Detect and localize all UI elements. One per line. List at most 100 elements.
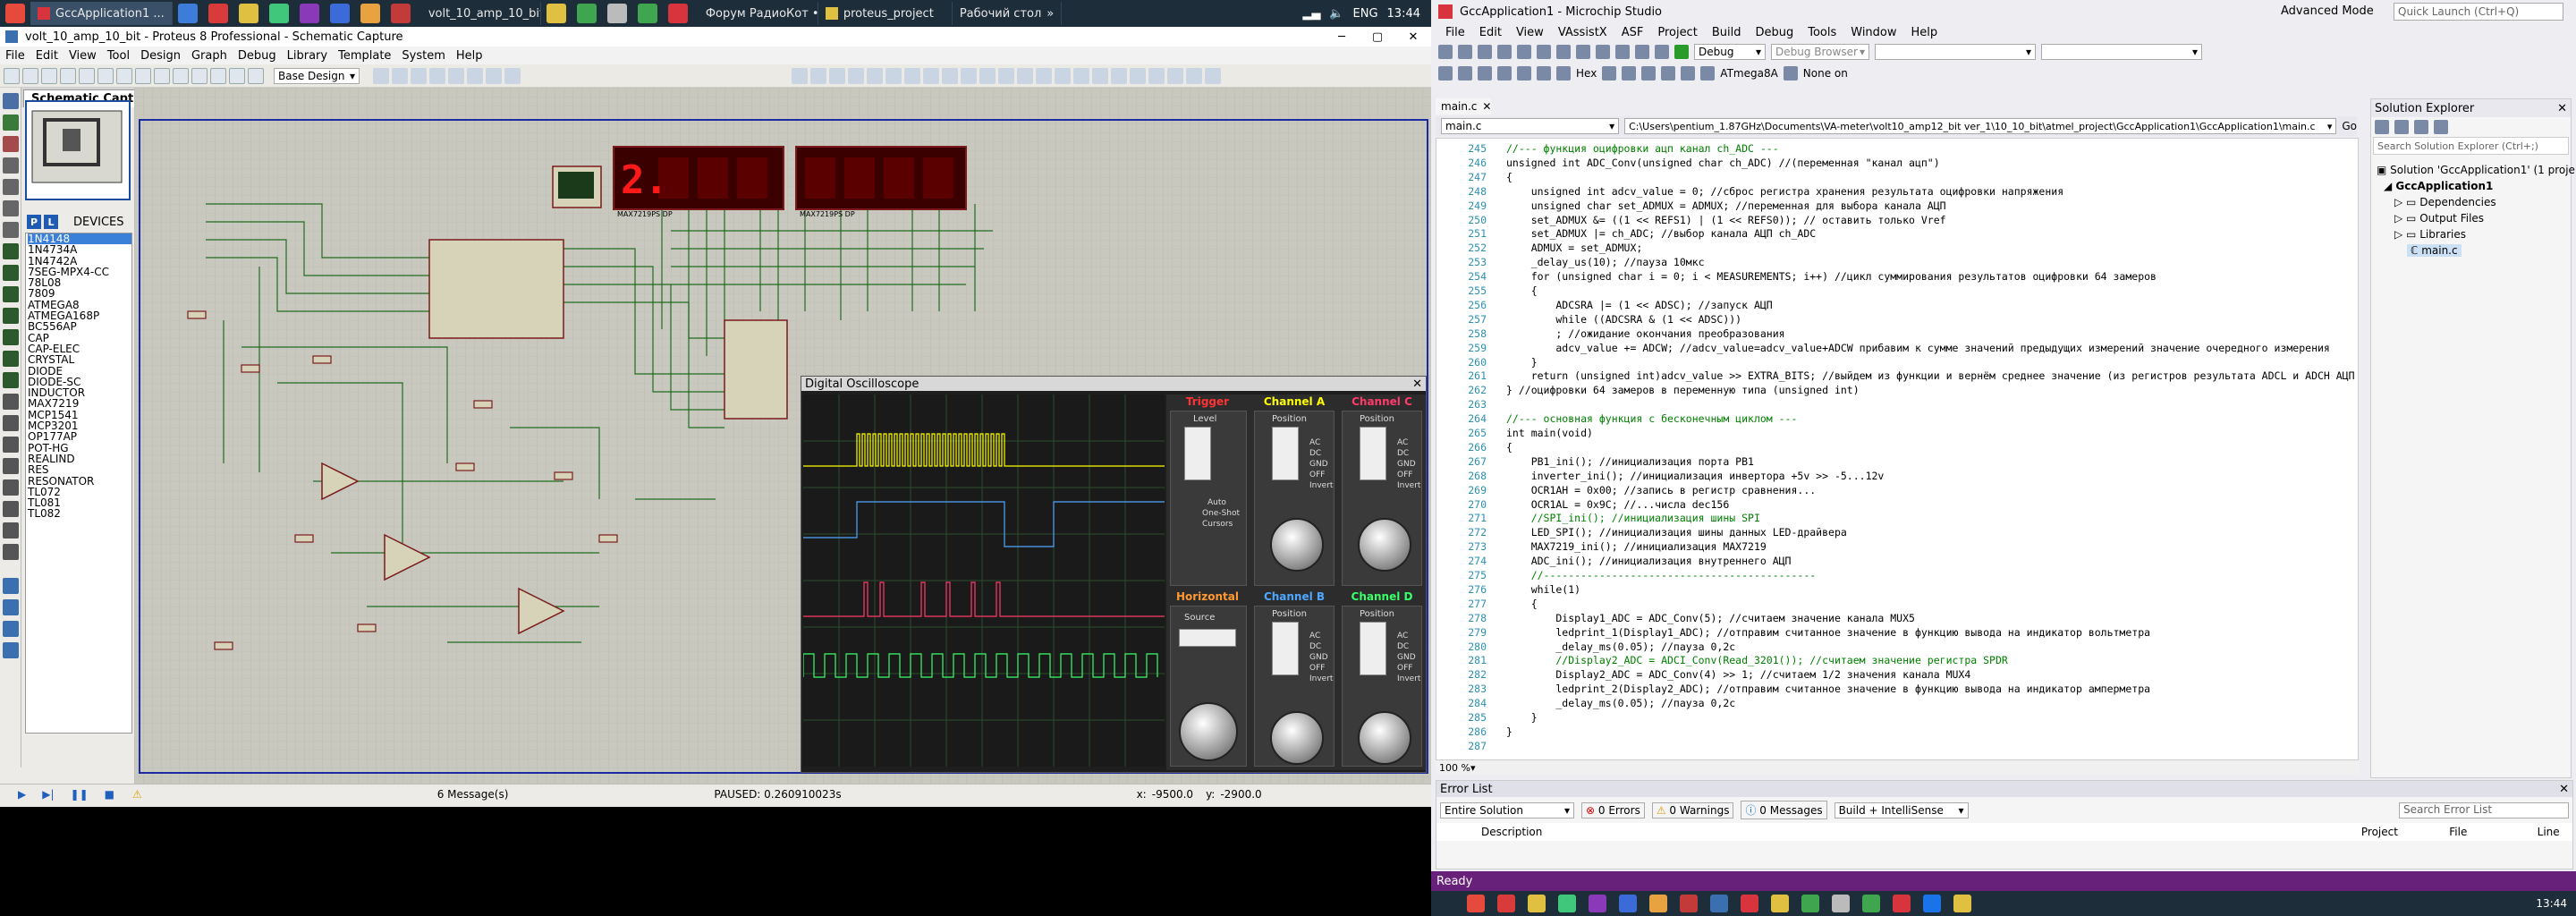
- design-explorer-icon[interactable]: [1111, 67, 1127, 84]
- menu-window[interactable]: Window: [1843, 26, 1903, 39]
- tool-icon[interactable]: [1783, 66, 1798, 81]
- debug-browser-combo[interactable]: Debug Browser ▾: [1771, 44, 1869, 60]
- new-icon[interactable]: [4, 67, 20, 84]
- new-sheet-icon[interactable]: [1130, 67, 1146, 84]
- rotate-cw-icon[interactable]: [3, 578, 19, 594]
- mirror-y-icon[interactable]: [3, 642, 19, 658]
- taskbar-button-proteus[interactable]: volt_10_amp_10_bit...: [416, 2, 541, 25]
- menu-library[interactable]: Library: [282, 49, 333, 63]
- tape-icon[interactable]: [3, 308, 19, 324]
- code-line[interactable]: OCR1AL = 0x9C; //...числа dec156: [1506, 498, 1730, 511]
- code-line[interactable]: ADC_ini(); //инициализация внутреннего А…: [1506, 555, 1792, 567]
- make-device-icon[interactable]: [979, 67, 996, 84]
- menu-tools[interactable]: Tools: [1801, 26, 1843, 39]
- save-icon[interactable]: [41, 67, 57, 84]
- code-line[interactable]: ADMUX = set_ADMUX;: [1506, 242, 1643, 254]
- close-button[interactable]: ✕: [1395, 27, 1431, 47]
- new-project-icon[interactable]: [1478, 45, 1492, 59]
- home-icon[interactable]: [2375, 120, 2389, 134]
- stop-icon[interactable]: ■: [105, 788, 114, 801]
- menu-edit[interactable]: Edit: [30, 49, 64, 63]
- step-into-icon[interactable]: [1497, 66, 1512, 81]
- quick-launch-input[interactable]: Quick Launch (Ctrl+Q): [2394, 3, 2563, 21]
- menu-view[interactable]: View: [1509, 26, 1551, 39]
- code-line[interactable]: _delay_us(10); //пауза 10мкс: [1506, 256, 1705, 268]
- app-icon[interactable]: [5, 4, 25, 23]
- watch-icon[interactable]: [1622, 66, 1637, 81]
- menu-asf[interactable]: ASF: [1614, 26, 1651, 39]
- code-line[interactable]: set_ADMUX &= ((1 << REFS1) | (1 << REFS0…: [1506, 214, 1946, 226]
- symbol-icon[interactable]: [3, 522, 19, 539]
- messages-count[interactable]: 6 Message(s): [437, 788, 509, 801]
- folder-icon[interactable]: [238, 4, 258, 23]
- arc-icon[interactable]: [3, 458, 19, 474]
- code-line[interactable]: _delay_ms(0.05); //пауза 0,2с: [1506, 697, 1735, 709]
- menu-build[interactable]: Build: [1705, 26, 1749, 39]
- menu-help[interactable]: Help: [1904, 26, 1945, 39]
- code-line[interactable]: PB1_ini(); //инициализация порта PB1: [1506, 455, 1754, 468]
- pin-icon[interactable]: [3, 265, 19, 281]
- erc-icon[interactable]: [1205, 67, 1221, 84]
- code-line[interactable]: ; //ожидание окончания преобразования: [1506, 327, 1784, 340]
- circle-icon[interactable]: [3, 437, 19, 453]
- close-icon[interactable]: ✕: [2557, 102, 2567, 115]
- menu-vassistx[interactable]: VAssistX: [1551, 26, 1614, 39]
- code-line[interactable]: ledprint_2(Display2_ADC); //отправим счи…: [1506, 683, 2150, 695]
- code-line[interactable]: inverter_ini(); //инициализация инвертор…: [1506, 470, 1885, 482]
- code-line[interactable]: }: [1506, 711, 1538, 724]
- code-line[interactable]: ledprint_1(Display1_ADC); //отправим счи…: [1506, 626, 2150, 639]
- pause-icon[interactable]: ❚❚: [71, 788, 89, 801]
- home-icon[interactable]: [116, 67, 132, 84]
- volts-div-knob-b[interactable]: [1270, 711, 1324, 765]
- device-item[interactable]: MAX7219: [28, 398, 131, 410]
- menu-project[interactable]: Project: [1650, 26, 1704, 39]
- device-item[interactable]: 1N4734A: [28, 244, 131, 256]
- package-icon[interactable]: [998, 67, 1014, 84]
- zoom-all-icon[interactable]: [486, 67, 502, 84]
- netlist-icon[interactable]: [1092, 67, 1108, 84]
- search-icon[interactable]: [1055, 67, 1071, 84]
- save-all-icon[interactable]: [1537, 45, 1551, 59]
- cut-icon[interactable]: [1556, 45, 1571, 59]
- app-icon-blue[interactable]: [329, 4, 350, 23]
- folder-icon-2[interactable]: [546, 4, 566, 23]
- app-icon-orange[interactable]: [360, 4, 380, 23]
- app-icon-gray[interactable]: [606, 4, 627, 23]
- stop-icon[interactable]: [1458, 66, 1472, 81]
- tree-libraries[interactable]: ▷ ▭ Libraries: [2394, 228, 2466, 241]
- menu-template[interactable]: Template: [333, 49, 396, 63]
- device-item[interactable]: DIODE: [28, 365, 131, 377]
- collapse-icon[interactable]: [2414, 120, 2428, 134]
- volts-div-knob-c[interactable]: [1358, 518, 1411, 572]
- pan-icon[interactable]: [429, 67, 445, 84]
- app-icon-green[interactable]: [268, 4, 289, 23]
- app-icon-red[interactable]: [1680, 895, 1698, 912]
- path-combo[interactable]: C:\Users\pentium_1.87GHz\Documents\VA-me…: [1624, 118, 2337, 134]
- app-icon-red[interactable]: [390, 4, 411, 23]
- pick-device-icon[interactable]: [961, 67, 977, 84]
- build-icon[interactable]: [1655, 45, 1669, 59]
- app-icon[interactable]: [1467, 895, 1485, 912]
- proteus-icon[interactable]: [1710, 895, 1728, 912]
- clock[interactable]: 13:44: [1387, 7, 1420, 21]
- text-icon[interactable]: [3, 501, 19, 517]
- close-project-icon[interactable]: [97, 67, 114, 84]
- chrome-icon[interactable]: [208, 4, 228, 23]
- component-mode-icon[interactable]: [3, 114, 19, 131]
- pcb-icon[interactable]: [154, 67, 170, 84]
- copy-icon[interactable]: [1576, 45, 1590, 59]
- step-icon[interactable]: ▶|: [42, 788, 54, 801]
- device-item[interactable]: RES: [28, 464, 131, 476]
- grid-icon[interactable]: [392, 67, 408, 84]
- block-move-icon[interactable]: [904, 67, 920, 84]
- close-icon[interactable]: ✕: [1412, 377, 1422, 391]
- export-icon[interactable]: [79, 67, 95, 84]
- block-rotate-icon[interactable]: [923, 67, 939, 84]
- open-file-icon[interactable]: [1497, 45, 1512, 59]
- menu-help[interactable]: Help: [451, 49, 488, 63]
- wire-label-icon[interactable]: [3, 157, 19, 174]
- remove-sheet-icon[interactable]: [1148, 67, 1165, 84]
- close-icon[interactable]: ✕: [1482, 100, 1491, 113]
- code-line[interactable]: Display2_ADC = ADC_Conv(4) >> 1; //счита…: [1506, 668, 1970, 681]
- 3d-icon[interactable]: [173, 67, 189, 84]
